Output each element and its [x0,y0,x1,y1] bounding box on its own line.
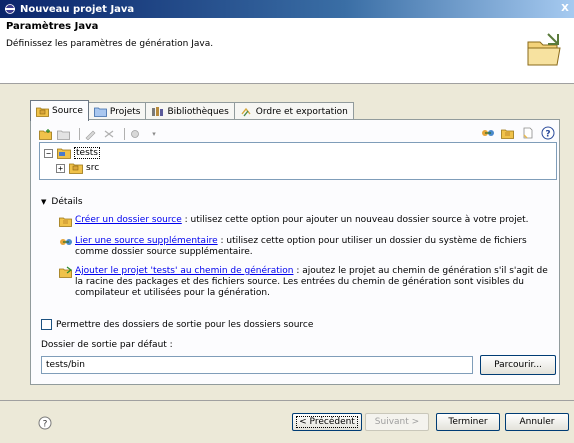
details-toggle[interactable]: ▼ Détails [41,197,83,207]
tree-item-src[interactable]: + src [56,161,99,175]
detail-add-build-path-text: Ajouter le projet 'tests' au chemin de g… [75,266,555,299]
title-bar[interactable]: Nouveau projet Java X [0,0,574,18]
back-button-label: < Précédent [296,416,358,428]
detail-create-source: Créer un dossier source : utilisez cette… [59,215,555,227]
default-output-field[interactable]: tests/bin [41,356,473,374]
tab-bibliotheques[interactable]: Bibliothèques [145,102,235,120]
tab-source-label: Source [52,106,83,116]
window-title: Nouveau projet Java [20,3,135,15]
edit-icon[interactable] [84,127,98,141]
toolbar-right: ? [475,126,555,140]
toolbar-separator [124,128,125,140]
link-source-link[interactable]: Lier une source supplémentaire [75,236,218,246]
create-source-folder-link[interactable]: Créer un dossier source [75,215,182,225]
page-description: Définissez les paramètres de génération … [6,39,214,49]
source-folder-icon [69,163,83,174]
tab-ordre-export[interactable]: Ordre et exportation [233,102,354,120]
cancel-button[interactable]: Annuler [505,413,569,431]
caret-down-icon: ▼ [41,198,47,206]
detail-create-source-text: Créer un dossier source : utilisez cette… [75,215,555,226]
tab-projets[interactable]: Projets [87,102,147,120]
close-button[interactable]: X [558,2,572,16]
source-tab-panel: ▾ ? − tests + src ▼ Détails Créer un dos… [30,119,560,385]
expand-toggle[interactable]: + [56,163,65,173]
link-source-toolbar-icon[interactable] [481,126,495,140]
finish-button[interactable]: Terminer [436,413,500,431]
next-button[interactable]: Suivant > [365,413,429,431]
default-output-label: Dossier de sortie par défaut : [41,340,173,350]
collapse-toggle[interactable]: − [44,148,53,158]
tab-strip: Source Projets Bibliothèques Ordre et ex… [30,100,354,121]
new-file-icon[interactable] [521,126,535,140]
tree-item-tests[interactable]: − tests [44,146,100,160]
svg-text:?: ? [545,130,550,140]
tree-item-tests-label: tests [74,147,100,159]
next-button-label: Suivant > [374,417,420,427]
source-toolbar: ▾ ? [39,126,557,142]
new-java-project-banner-icon [527,33,561,66]
add-to-build-path-link[interactable]: Ajouter le projet 'tests' au chemin de g… [75,266,293,276]
source-tree[interactable]: − tests + src [39,142,557,180]
configure-icon[interactable] [129,127,143,141]
link-source-icon [60,239,72,245]
tab-ordre-export-label: Ordre et exportation [255,106,348,117]
package-folder-icon [36,107,49,117]
tab-projets-label: Projets [109,106,141,117]
new-source-folder-icon [59,217,72,227]
link-folder-icon[interactable] [57,127,71,141]
detail-link-source-text: Lier une source supplémentaire : utilise… [75,236,555,258]
allow-output-folders-checkbox[interactable] [41,319,52,330]
project-folder-icon [94,107,107,117]
detail-add-build-path: Ajouter le projet 'tests' au chemin de g… [59,266,555,299]
add-to-build-path-icon [59,266,72,278]
details-heading: Détails [51,197,83,207]
page-title: Paramètres Java [6,21,99,32]
allow-output-folders-label: Permettre des dossiers de sortie pour le… [56,319,314,330]
wizard-header: Paramètres Java Définissez les paramètre… [0,18,574,84]
browse-button[interactable]: Parcourir... [480,355,556,375]
project-folder-icon [57,148,71,159]
detail-link-source: Lier une source supplémentaire : utilise… [59,236,555,258]
finish-button-label: Terminer [448,417,488,427]
tab-bibliotheques-label: Bibliothèques [167,106,229,117]
new-source-folder-toolbar-icon[interactable] [501,126,515,140]
help-icon[interactable]: ? [541,126,555,140]
cancel-button-label: Annuler [519,417,555,427]
back-button[interactable]: < Précédent [292,413,362,431]
order-arrows-icon [241,107,251,117]
svg-text:?: ? [43,420,48,430]
help-button-icon[interactable]: ? [38,416,52,430]
tree-item-src-label: src [86,163,100,173]
toolbar-separator [79,128,80,140]
library-icon [152,107,164,116]
eclipse-icon [5,4,15,14]
remove-icon[interactable] [102,127,116,141]
tab-source[interactable]: Source [30,100,89,121]
detail-create-source-desc: : utilisez cette option pour ajouter un … [181,215,529,225]
dropdown-arrow-icon[interactable]: ▾ [147,127,161,141]
output-folders-option[interactable]: Permettre des dossiers de sortie pour le… [41,319,313,330]
add-folder-icon[interactable] [39,127,53,141]
footer-separator [0,400,574,401]
